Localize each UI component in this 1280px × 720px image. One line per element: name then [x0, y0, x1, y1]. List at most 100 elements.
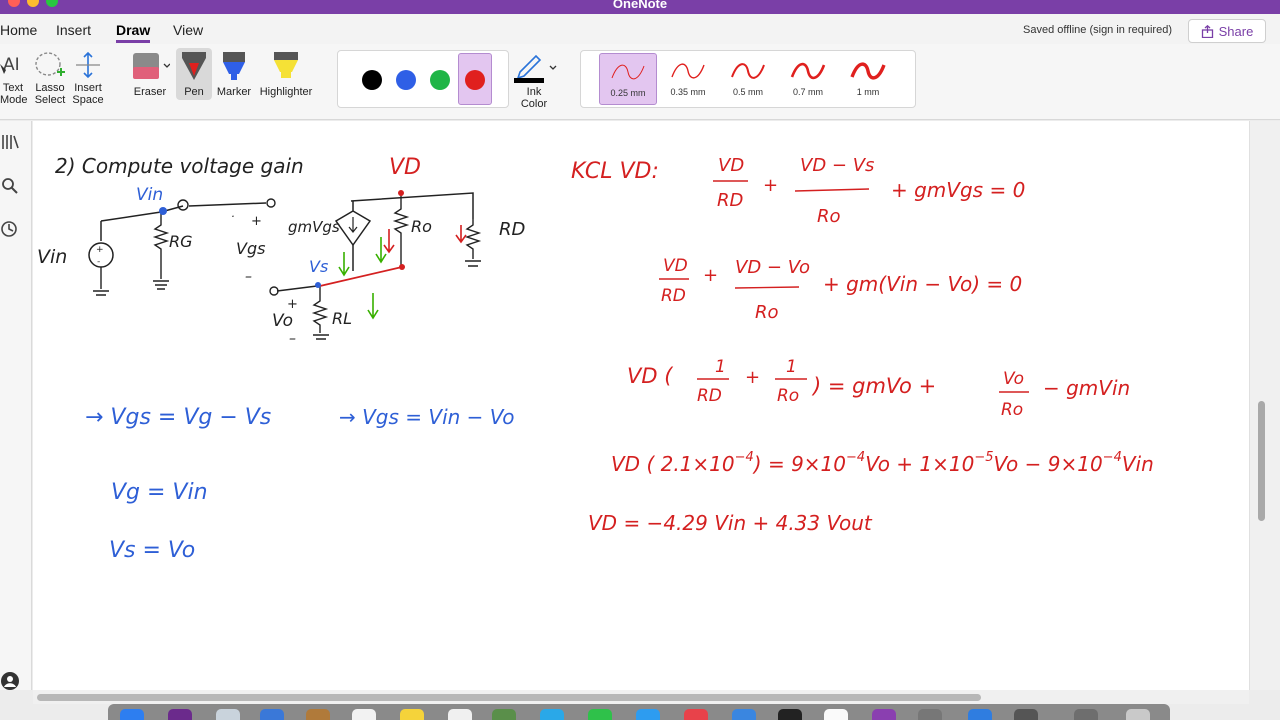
ro-resistor-symbol [392, 195, 410, 267]
equation-vgs-1: → Vgs = Vg − Vs [85, 405, 271, 430]
tab-view[interactable]: View [173, 22, 203, 38]
svg-text:VD: VD [718, 155, 744, 176]
thickness-05mm[interactable]: 0.5 mm [719, 53, 777, 105]
app-dock-icon[interactable] [918, 709, 942, 720]
svg-text:VD (: VD ( [627, 364, 673, 388]
svg-text:·: · [231, 210, 235, 223]
app-dock-icon[interactable] [588, 709, 612, 720]
svg-text:− gmVin: − gmVin [1043, 376, 1130, 400]
ro-label: Ro [411, 217, 432, 236]
ink-color-icon [514, 54, 557, 83]
svg-text:Ro: Ro [755, 302, 779, 323]
svg-text:+: + [745, 367, 760, 388]
thickness-1mm[interactable]: 1 mm [839, 53, 897, 105]
vo-label: Vo [272, 311, 293, 331]
window-title: OneNote [612, 0, 668, 11]
horizontal-scrollbar[interactable] [33, 690, 1249, 704]
marker-button[interactable]: Marker [215, 50, 253, 98]
finder-dock-icon[interactable] [120, 709, 144, 720]
svg-text:RD: RD [717, 190, 743, 211]
vgs-label: Vgs [236, 239, 265, 258]
insert-space-button[interactable]: Insert Space [70, 50, 106, 106]
macos-dock [108, 704, 1170, 720]
thickness-025mm[interactable]: 0.25 mm [599, 53, 657, 105]
horizontal-scroll-thumb[interactable] [37, 694, 981, 701]
app-dock-icon[interactable] [448, 709, 472, 720]
lasso-icon [35, 52, 65, 76]
ink-color-button[interactable]: Ink Color [510, 50, 558, 110]
app-store-dock-icon[interactable] [732, 709, 756, 720]
lasso-select-button[interactable]: Lasso Select [32, 50, 68, 106]
recent-notes-icon[interactable] [0, 220, 18, 238]
tab-draw[interactable]: Draw [116, 22, 151, 43]
svg-text:AI: AI [3, 55, 20, 75]
search-icon[interactable] [1, 177, 19, 195]
svg-text:-: - [97, 257, 100, 267]
app-dock-icon[interactable] [684, 709, 708, 720]
highlighter-button[interactable]: Highlighter [256, 50, 316, 98]
trash-dock-icon[interactable] [1126, 709, 1150, 720]
svg-text:) = gmVo +: ) = gmVo + [811, 374, 936, 398]
equation-vgs-2: → Vgs = Vin − Vo [339, 405, 515, 429]
current-direction-arrows [338, 237, 387, 320]
svg-text:VD − Vo: VD − Vo [735, 257, 810, 278]
eraser-button[interactable]: Eraser [130, 50, 170, 98]
pen-button[interactable]: Pen [176, 48, 212, 100]
vin-node-label: Vin [136, 185, 163, 205]
color-swatch-green[interactable] [430, 70, 450, 90]
equation-row-5: VD = −4.29 Vin + 4.33 Vout [588, 511, 873, 535]
svg-text:+: + [703, 265, 718, 286]
app-dock-icon[interactable] [824, 709, 848, 720]
svg-text:Ro: Ro [817, 206, 841, 227]
pen-icon [182, 52, 206, 80]
account-icon[interactable] [0, 671, 20, 691]
app-dock-icon[interactable] [1014, 709, 1038, 720]
ribbon-tabs: Home Insert Draw View Saved offline (sig… [0, 14, 1280, 44]
insert-space-icon [76, 51, 100, 79]
note-page-canvas[interactable]: 2) Compute voltage gain + - Vin RG Vgs +… [33, 121, 1249, 690]
app-dock-icon[interactable] [260, 709, 284, 720]
app-dock-icon[interactable] [168, 709, 192, 720]
stroke-sample-icon [850, 62, 886, 80]
svg-text:VD ( 2.1×10−4) = 9×10−4Vo + 1×: VD ( 2.1×10−4) = 9×10−4Vo + 1×10−5Vo − 9… [611, 450, 1154, 476]
svg-text:RD: RD [661, 286, 686, 306]
kcl-derivation: KCL VD: VD RD + VD − Vs Ro + gmVgs = 0 V… [571, 155, 1154, 535]
rl-resistor-symbol [311, 286, 329, 340]
tab-insert[interactable]: Insert [56, 22, 91, 38]
app-dock-icon[interactable] [492, 709, 516, 720]
svg-text:VD − Vs: VD − Vs [800, 155, 874, 176]
app-dock-icon[interactable] [778, 709, 802, 720]
circuit-diagram: 2) Compute voltage gain + - Vin RG Vgs +… [37, 154, 525, 347]
vertical-scroll-thumb[interactable] [1258, 401, 1265, 521]
share-button[interactable]: Share [1188, 19, 1266, 43]
vin-source-label: Vin [37, 246, 67, 268]
svg-text:VD: VD [663, 256, 688, 276]
app-dock-icon[interactable] [306, 709, 330, 720]
text-mode-button[interactable]: AI Text Mode [0, 50, 28, 106]
color-swatch-red[interactable] [465, 70, 485, 90]
vertical-scrollbar[interactable] [1249, 121, 1280, 690]
calendar-dock-icon[interactable] [352, 709, 376, 720]
color-swatch-black[interactable] [362, 70, 382, 90]
blue-notes: Vin Vs → Vgs = Vg − Vs → Vgs = Vin − Vo … [85, 185, 515, 563]
equation-vs: Vs = Vo [109, 538, 195, 563]
stroke-sample-icon [611, 64, 645, 80]
app-dock-icon[interactable] [216, 709, 240, 720]
tab-home[interactable]: Home [0, 22, 37, 38]
color-swatch-red-selected[interactable] [458, 53, 492, 105]
thickness-035mm[interactable]: 0.35 mm [659, 53, 717, 105]
thickness-07mm[interactable]: 0.7 mm [779, 53, 837, 105]
downloads-dock-icon[interactable] [1074, 709, 1098, 720]
app-dock-icon[interactable] [968, 709, 992, 720]
svg-text:Ro: Ro [777, 386, 799, 406]
app-dock-icon[interactable] [540, 709, 564, 720]
notes-dock-icon[interactable] [400, 709, 424, 720]
svg-text:–: – [289, 331, 296, 347]
onenote-dock-icon[interactable] [872, 709, 896, 720]
svg-text:+: + [763, 175, 778, 196]
color-swatch-blue[interactable] [396, 70, 416, 90]
kcl-label: KCL VD: [571, 159, 659, 184]
svg-text:RD: RD [697, 386, 722, 406]
app-dock-icon[interactable] [636, 709, 660, 720]
notebooks-icon[interactable] [1, 133, 19, 151]
